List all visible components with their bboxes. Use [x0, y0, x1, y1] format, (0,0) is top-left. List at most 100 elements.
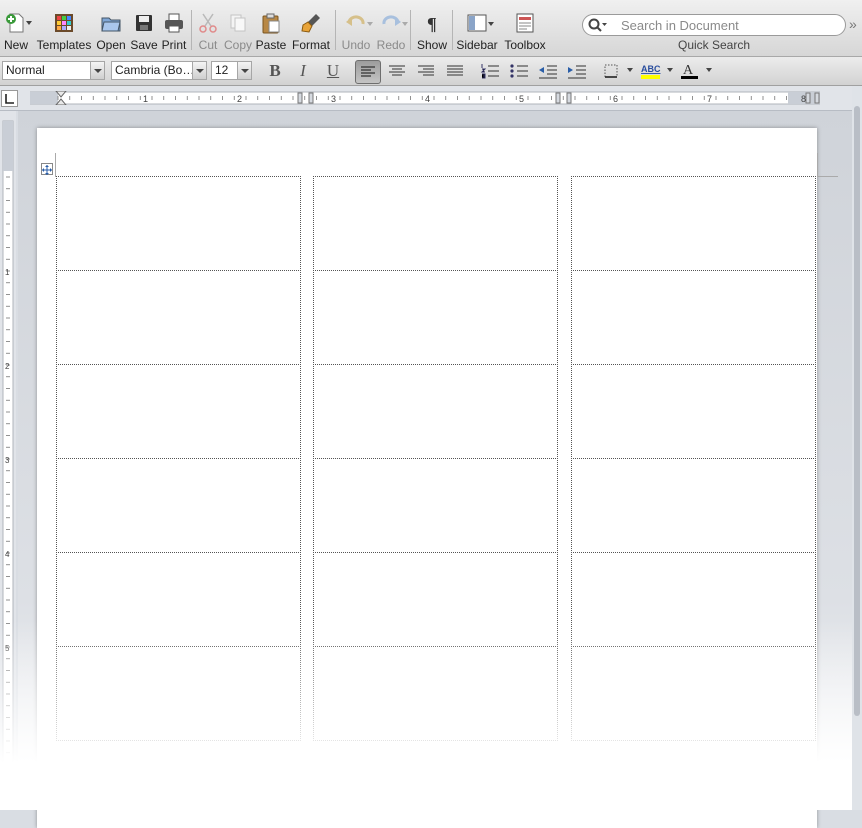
horizontal-ruler-bar: 1 2 3 4 5 6 7 8	[0, 86, 862, 111]
new-button[interactable]: New	[0, 8, 32, 54]
label-cell[interactable]	[571, 458, 816, 553]
align-center-icon	[389, 65, 405, 76]
sidebar-label: Sidebar	[456, 38, 498, 52]
font-size-select[interactable]: 12	[211, 61, 252, 80]
redo-arrow-icon	[382, 15, 401, 26]
horizontal-ruler[interactable]: 1 2 3 4 5 6 7 8	[30, 91, 820, 105]
label-cell[interactable]	[56, 646, 301, 741]
label-cell[interactable]	[56, 552, 301, 647]
vertical-scrollbar[interactable]	[852, 86, 862, 810]
search-icon[interactable]	[587, 17, 607, 33]
label-spacer-cell	[300, 270, 314, 365]
redo-button[interactable]: Redo	[375, 8, 407, 54]
table-move-handle[interactable]	[41, 163, 53, 175]
label-cell[interactable]	[313, 552, 558, 647]
vruler-number: 5	[5, 644, 10, 653]
ruler-number: 4	[425, 94, 430, 104]
align-left-button[interactable]	[355, 60, 381, 84]
ruler-number: 7	[707, 94, 712, 104]
highlight-button[interactable]: ABC	[638, 60, 666, 82]
label-cell[interactable]	[313, 176, 558, 271]
style-value: Normal	[6, 63, 45, 77]
redo-dropdown-arrow-icon[interactable]	[402, 22, 408, 26]
print-button[interactable]: Print	[160, 8, 188, 54]
highlight-dropdown-arrow-icon[interactable]	[667, 68, 673, 72]
paste-button[interactable]: Paste	[255, 8, 287, 54]
label-cell[interactable]	[571, 552, 816, 647]
label-cell[interactable]	[571, 270, 816, 365]
label-cell[interactable]	[571, 646, 816, 741]
align-right-button[interactable]	[414, 60, 438, 82]
undo-label: Undo	[341, 38, 371, 52]
italic-button[interactable]: I	[291, 60, 315, 82]
align-center-button[interactable]	[385, 60, 409, 82]
label-cell[interactable]	[571, 364, 816, 459]
label-cell[interactable]	[56, 458, 301, 553]
save-button[interactable]: Save	[129, 8, 159, 54]
svg-text:ABC: ABC	[641, 64, 661, 74]
justify-button[interactable]	[443, 60, 467, 82]
show-button[interactable]: ¶ Show	[414, 8, 450, 54]
show-label: Show	[416, 38, 448, 52]
style-dropdown-arrow-icon[interactable]	[90, 62, 104, 79]
label-cell[interactable]	[56, 176, 301, 271]
bold-button[interactable]: B	[263, 60, 287, 82]
standard-toolbar: New Templates Open Save Print Cut Copy P…	[0, 0, 862, 57]
borders-dropdown-arrow-icon[interactable]	[627, 68, 633, 72]
font-color-button[interactable]: A	[678, 60, 702, 82]
new-dropdown-arrow-icon[interactable]	[26, 21, 32, 25]
numbered-list-button[interactable]	[478, 60, 502, 82]
tab-stop-selector[interactable]	[1, 90, 18, 107]
font-dropdown-arrow-icon[interactable]	[192, 62, 206, 79]
style-select[interactable]: Normal	[2, 61, 105, 80]
toolbox-icon	[516, 13, 534, 33]
underline-button[interactable]: U	[321, 60, 345, 82]
toolbar-overflow-chevron-icon[interactable]: »	[849, 16, 857, 32]
undo-dropdown-arrow-icon[interactable]	[367, 22, 373, 26]
save-disk-icon	[136, 15, 152, 31]
align-right-icon	[418, 65, 434, 76]
undo-button[interactable]: Undo	[339, 8, 373, 54]
sidebar-dropdown-arrow-icon[interactable]	[488, 22, 494, 26]
decrease-indent-button[interactable]	[536, 60, 560, 82]
cut-button[interactable]: Cut	[195, 8, 221, 54]
label-cell[interactable]	[313, 364, 558, 459]
margin-crop-mark	[817, 153, 818, 177]
copy-button[interactable]: Copy	[223, 8, 253, 54]
bulleted-list-button[interactable]	[507, 60, 531, 82]
sidebar-button[interactable]: Sidebar	[456, 8, 498, 54]
templates-button[interactable]: Templates	[36, 8, 92, 54]
label-cell[interactable]	[571, 176, 816, 271]
label-cell[interactable]	[313, 646, 558, 741]
toolbox-button[interactable]: Toolbox	[502, 8, 548, 54]
label-cell[interactable]	[313, 458, 558, 553]
increase-indent-icon	[568, 65, 586, 79]
label-table[interactable]	[56, 176, 819, 741]
font-select[interactable]: Cambria (Bo…	[111, 61, 207, 80]
search-field[interactable]: Search in Document	[582, 14, 846, 36]
print-label: Print	[161, 38, 187, 52]
decrease-indent-icon	[539, 65, 557, 79]
document-page[interactable]	[37, 128, 838, 828]
font-color-swatch	[681, 76, 698, 79]
pilcrow-icon: ¶	[427, 14, 437, 34]
borders-button[interactable]	[599, 60, 623, 82]
clipboard-paste-icon	[262, 13, 280, 34]
format-painter-button[interactable]: Format	[290, 8, 332, 54]
font-color-dropdown-arrow-icon[interactable]	[706, 68, 712, 72]
label-spacer-cell	[300, 646, 314, 741]
label-cell[interactable]	[313, 270, 558, 365]
vruler-number: 1	[5, 268, 10, 277]
increase-indent-button[interactable]	[565, 60, 589, 82]
open-button[interactable]: Open	[95, 8, 127, 54]
label-cell[interactable]	[56, 270, 301, 365]
sidebar-panel-icon	[467, 14, 487, 32]
scrollbar-thumb[interactable]	[854, 106, 860, 716]
label-spacer-cell	[557, 458, 572, 553]
new-document-icon	[6, 13, 24, 33]
label-cell[interactable]	[56, 364, 301, 459]
font-size-dropdown-arrow-icon[interactable]	[237, 62, 251, 79]
vertical-ruler[interactable]: 1 2 3 4 5	[0, 111, 16, 810]
paintbrush-icon	[301, 14, 320, 33]
move-arrows-icon	[42, 165, 52, 175]
